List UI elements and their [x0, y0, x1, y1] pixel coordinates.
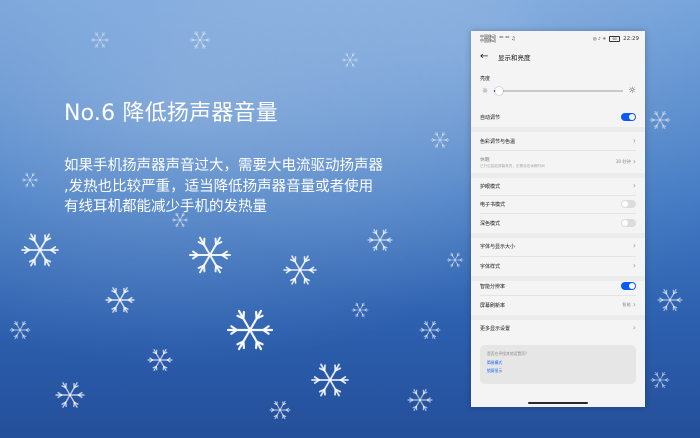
row-label: 色彩调节与色温 — [480, 138, 516, 145]
snowflake — [649, 110, 671, 130]
snowflake — [419, 320, 441, 340]
section-separator — [471, 127, 645, 132]
snowflake — [351, 302, 369, 318]
row-label: 自动调节 — [480, 114, 501, 121]
status-right: ◎ ♪ ✳ 60 22:29 — [592, 35, 639, 43]
color-mode-row[interactable]: 色彩调节与色温 › — [480, 133, 636, 149]
chevron-right-icon: › — [632, 241, 636, 250]
chevron-right-icon: › — [632, 323, 636, 332]
status-time: 22:29 — [623, 36, 639, 42]
page-title: 显示和亮度 — [498, 54, 531, 62]
snowflake — [147, 349, 173, 371]
row-label: 护眼模式 — [480, 183, 501, 190]
snowflake — [226, 309, 274, 351]
snowflake — [283, 255, 317, 285]
signal-icon: ⁴ᴳ ⁴ᴳ ♫ — [499, 36, 516, 42]
row-label: 电子书模式 — [480, 201, 506, 208]
row-label: 字体样式 — [480, 263, 501, 270]
snowflake — [407, 389, 433, 411]
font-style-row[interactable]: 字体样式 › — [480, 258, 636, 274]
row-label: 字体与显示大小 — [480, 243, 516, 250]
dark-mode-toggle[interactable] — [621, 219, 636, 227]
carrier-info: 中国移动 中国移动 — [480, 34, 496, 44]
row-label: 屏幕刷新率 — [480, 302, 506, 309]
brightness-thumb[interactable] — [495, 86, 504, 95]
home-indicator[interactable] — [528, 402, 588, 404]
row-label: 更多显示设置 — [480, 325, 511, 332]
row-right: 30 秒钟 › — [616, 158, 636, 166]
row-description: 已开启智能屏幕常亮，无需设定休眠时间 — [480, 163, 545, 168]
refresh-rate-row[interactable]: 屏幕刷新率 智能 › — [480, 297, 636, 313]
suggestion-card: 是否在寻找其他设置项？ 简易模式 锁屏显示 — [480, 345, 636, 384]
arrow-left-icon[interactable]: ← — [480, 52, 494, 62]
toggle-knob — [629, 114, 635, 120]
snowflake — [9, 320, 31, 340]
battery-icon: 60 — [609, 35, 621, 43]
sun-large-icon: ☼ — [627, 86, 637, 96]
slide-body: 如果手机扬声器声音过大，需要大电流驱动扬声器 ,发热也比较严重，适当降低扬声器音… — [64, 156, 454, 218]
sleep-text: 休眠 已开启智能屏幕常亮，无需设定休眠时间 — [480, 156, 545, 169]
sleep-row[interactable]: 休眠 已开启智能屏幕常亮，无需设定休眠时间 30 秒钟 › — [480, 152, 636, 172]
chevron-right-icon: › — [632, 136, 636, 145]
status-bar: 中国移动 中国移动 ⁴ᴳ ⁴ᴳ ♫ ◎ ♪ ✳ 60 22:29 — [471, 31, 645, 47]
snowflake — [105, 287, 135, 313]
row-value: 30 秒钟 — [615, 159, 631, 164]
slide-body-line: 有线耳机都能减少手机的发热量 — [64, 199, 267, 215]
slide-title: No.6 降低扬声器音量 — [64, 101, 278, 126]
snowflake — [55, 382, 85, 408]
toggle-knob — [629, 283, 635, 289]
divider — [480, 295, 636, 296]
snowflake — [21, 233, 59, 267]
chevron-right-icon: › — [632, 300, 636, 309]
auto-adjust-row[interactable]: 自动调节 — [480, 109, 636, 125]
divider — [480, 150, 636, 151]
row-label: 休眠 — [480, 157, 490, 163]
snowflake — [90, 31, 110, 49]
ebook-row[interactable]: 电子书模式 — [480, 196, 636, 212]
row-value: 智能 — [622, 302, 631, 307]
snowflake — [657, 289, 683, 311]
chevron-right-icon: › — [632, 157, 636, 166]
snowflake — [189, 30, 211, 50]
snowflake — [446, 252, 464, 268]
suggestion-link-simple-mode[interactable]: 简易模式 — [487, 360, 629, 366]
ebook-toggle[interactable] — [621, 200, 636, 208]
eye-comfort-row[interactable]: 护眼模式 › — [480, 178, 636, 194]
brightness-label: 亮度 — [480, 76, 491, 82]
snowflake — [650, 371, 670, 389]
suggestion-question: 是否在寻找其他设置项？ — [487, 351, 529, 356]
snowflake — [341, 52, 359, 68]
app-bar: ← 显示和亮度 — [471, 47, 645, 67]
carrier-line: 中国移动 — [480, 38, 496, 43]
snowflake — [269, 400, 291, 420]
status-icons: ◎ ♪ ✳ — [592, 36, 607, 42]
snowflake — [189, 236, 231, 274]
smart-resolution-row[interactable]: 智能分辨率 — [480, 278, 636, 294]
slide-body-line: ,发热也比较严重，适当降低扬声器音量或者使用 — [64, 178, 374, 195]
chevron-right-icon: › — [632, 261, 636, 270]
suggestion-link-lock-screen[interactable]: 锁屏显示 — [487, 368, 629, 374]
row-label: 深色模式 — [480, 220, 501, 227]
snowflake — [367, 229, 393, 251]
divider — [480, 213, 636, 214]
toggle-knob — [622, 220, 628, 226]
toggle-knob — [622, 201, 628, 207]
brightness-track[interactable] — [494, 86, 623, 95]
phone-screenshot: 中国移动 中国移动 ⁴ᴳ ⁴ᴳ ♫ ◎ ♪ ✳ 60 22:29 ← 显示和亮度… — [471, 31, 645, 407]
snowflake — [311, 363, 349, 397]
row-label: 智能分辨率 — [480, 283, 506, 290]
dark-mode-row[interactable]: 深色模式 — [480, 215, 636, 231]
sun-small-icon: ☼ — [481, 87, 489, 95]
more-settings-row[interactable]: 更多显示设置 › — [480, 320, 636, 336]
snowflake — [21, 172, 39, 188]
brightness-slider[interactable]: ☼ ☼ — [471, 82, 645, 100]
smart-resolution-toggle[interactable] — [621, 282, 636, 290]
chevron-right-icon: › — [632, 181, 636, 190]
snowflake — [430, 131, 450, 149]
row-right: 智能 › — [622, 301, 636, 309]
auto-adjust-toggle[interactable] — [621, 113, 636, 121]
font-size-row[interactable]: 字体与显示大小 › — [480, 238, 636, 254]
divider — [480, 256, 636, 257]
slide-body-line: 如果手机扬声器声音过大，需要大电流驱动扬声器 — [64, 158, 383, 174]
